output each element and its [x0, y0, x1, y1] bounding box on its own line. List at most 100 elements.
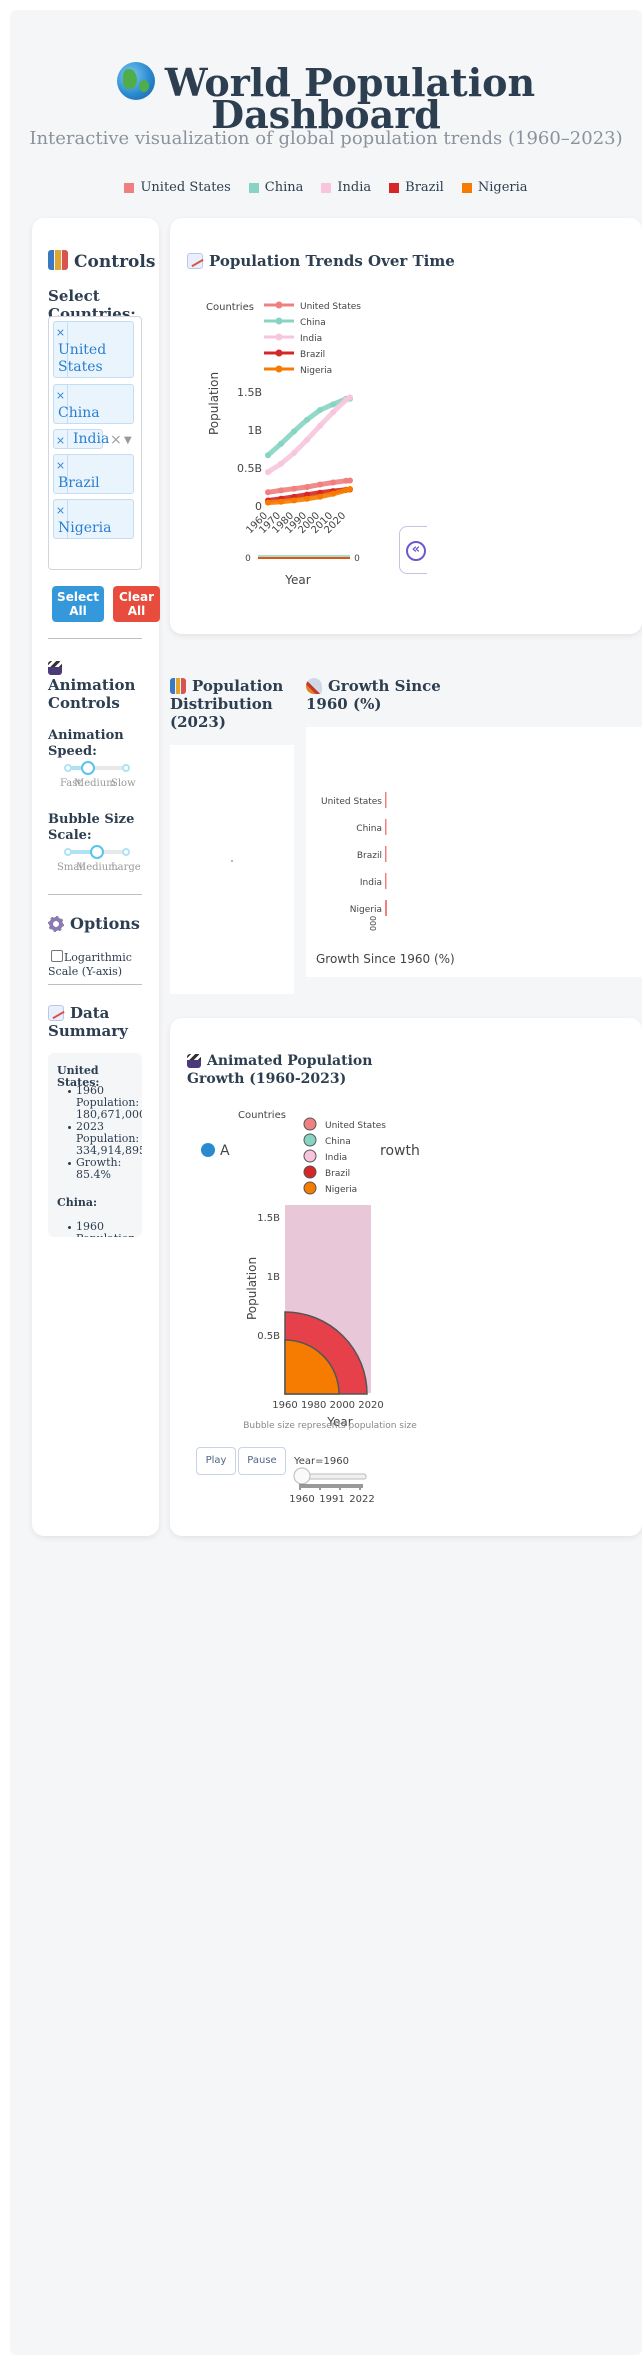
clapperboard-icon: [48, 661, 62, 675]
bubble-slider-handle[interactable]: [90, 845, 104, 859]
trends-chart: Countries United States China India Brazil N…: [206, 301, 361, 587]
legend-marker: [303, 1181, 317, 1195]
category-label: China: [356, 824, 382, 834]
country-tag: × Brazil: [53, 454, 134, 494]
slider-tick-label: 2022: [349, 1494, 374, 1505]
legend-item-nigeria: Nigeria: [461, 180, 528, 195]
series-point: [304, 495, 311, 502]
speed-slider-handle[interactable]: [81, 761, 95, 775]
series-point: [304, 416, 311, 423]
legend-item-us: United States: [124, 180, 231, 195]
series-point: [278, 460, 285, 467]
x-tick-label: 2020: [358, 1400, 383, 1411]
play-button[interactable]: Play: [196, 1447, 236, 1475]
legend-marker: [275, 301, 283, 309]
y-tick-label: 0.5B: [257, 1331, 280, 1342]
y-axis-ticks: 1.5B 1B 0.5B: [257, 1213, 280, 1342]
series-point: [347, 485, 353, 492]
x-tick-label: 2000: [330, 1400, 355, 1411]
pause-button[interactable]: Pause: [238, 1447, 286, 1475]
series-point: [317, 493, 324, 500]
growth-bar: [385, 792, 387, 808]
year-slider-label: Year=1960: [293, 1456, 349, 1467]
series-point: [291, 428, 298, 435]
select-all-button[interactable]: Select All: [52, 586, 104, 622]
summary-country: China:: [57, 1196, 98, 1209]
trends-title: Population Trends Over Time: [187, 252, 455, 270]
controls-title: Controls: [48, 250, 155, 272]
growth-bar: [385, 819, 387, 835]
legend-label: Brazil: [325, 1169, 350, 1179]
series-point: [304, 484, 311, 491]
divider: [48, 894, 142, 895]
globe-icon: [201, 1143, 215, 1157]
bar-chart-icon: [48, 250, 68, 270]
series-point: [330, 401, 337, 408]
summary-list: 1960 Population: 180,671,000 2023 Popula…: [68, 1085, 142, 1181]
bubble-size-label: Bubble Size Scale:: [48, 812, 135, 843]
range-left-label: 0: [245, 554, 251, 564]
data-summary-title: Data Summary: [48, 1004, 128, 1040]
country-tag: × India: [53, 429, 109, 449]
growth-bar: [385, 900, 387, 916]
y-tick-label: 1B: [247, 424, 262, 437]
series-point: [278, 440, 285, 447]
trend-lines: [265, 394, 353, 506]
bubble-note: Bubble size represents population size: [243, 1421, 417, 1431]
x-axis-ticks: 1960 1980 2000 2020: [272, 1400, 383, 1411]
collapse-panel-button[interactable]: «: [399, 526, 427, 574]
legend-marker: [275, 333, 283, 341]
bubble-slider-dot: [122, 848, 130, 856]
x-tick-label: 1960: [272, 1400, 297, 1411]
legend-swatch: [321, 182, 332, 193]
x-axis-ticks: 1960197019801990200020102020: [244, 510, 348, 536]
clear-all-button[interactable]: Clear All: [113, 586, 160, 622]
category-label: United States: [321, 797, 382, 807]
distribution-chart: [170, 745, 294, 994]
slider-tick-label: 1960: [289, 1494, 314, 1505]
series-point: [265, 469, 271, 476]
legend-label: India: [300, 334, 322, 344]
speed-slider-dot: [122, 764, 130, 772]
legend-label: China: [300, 318, 326, 328]
series-point: [347, 394, 353, 401]
animation-speed-label: Animation Speed:: [48, 728, 124, 759]
legend-marker: [303, 1149, 317, 1163]
slider-tick-label: 1991: [319, 1494, 344, 1505]
legend-label: Brazil: [300, 350, 325, 360]
log-scale-label[interactable]: Logarithmic Scale (Y-axis): [48, 951, 148, 979]
category-label: Nigeria: [350, 905, 382, 915]
series-point: [317, 422, 324, 429]
remove-tag-icon[interactable]: ×: [54, 430, 68, 448]
summary-item: 2023 Population: 334,914,895: [68, 1121, 142, 1157]
dashboard-page: World Population Dashboard Interactive v…: [10, 10, 642, 2355]
x-tick-label: 000: [369, 916, 378, 931]
gear-icon: [48, 916, 64, 932]
y-axis-title: Population: [245, 1257, 259, 1320]
legend-label: United States: [300, 302, 361, 312]
growth-x-axis-title: Growth Since 1960 (%): [316, 952, 455, 966]
series-point: [265, 499, 271, 506]
animated-legend: United States China India Brazil Nigeria: [303, 1117, 386, 1195]
range-slider-preview[interactable]: [258, 555, 350, 559]
chevron-down-icon[interactable]: ▼: [124, 435, 132, 446]
bubble-slider-dot: [64, 848, 72, 856]
year-slider-handle[interactable]: [293, 1467, 311, 1485]
growth-chart: United States China Brazil India Nigeria 000…: [306, 727, 642, 977]
data-summary-box: United States: 1960 Population: 180,671,…: [48, 1053, 142, 1237]
legend-item-brazil: Brazil: [389, 180, 444, 195]
legend-swatch: [461, 182, 472, 193]
category-label: Brazil: [357, 851, 382, 861]
clear-selection-icon[interactable]: ×: [110, 432, 122, 448]
animated-title: Animated Population Growth (1960-2023): [187, 1053, 373, 1087]
line-chart-icon: [48, 1005, 64, 1021]
growth-bar: [385, 873, 387, 889]
legend-swatch: [248, 182, 259, 193]
series-point: [278, 487, 285, 494]
series-point: [330, 490, 337, 497]
color-legend: United States China India Brazil Nigeria: [10, 180, 642, 195]
speed-mark-medium: Medium: [74, 778, 116, 789]
legend-title: Countries: [206, 302, 254, 313]
trends-legend: United States China India Brazil Nigeria: [264, 301, 361, 376]
legend-item-india: India: [321, 180, 371, 195]
